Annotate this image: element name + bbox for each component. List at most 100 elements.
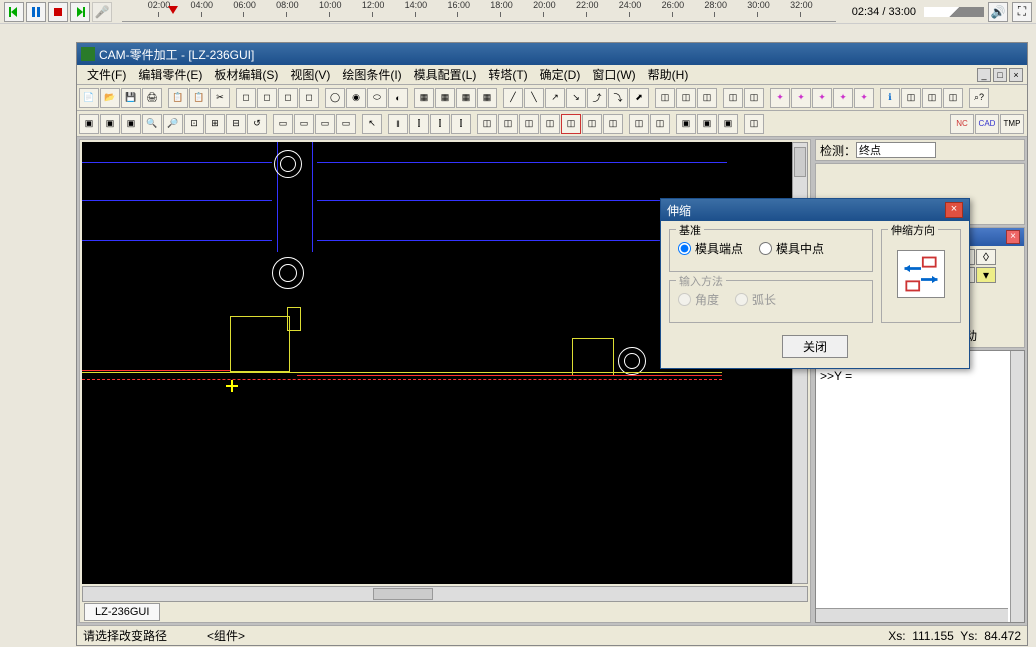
dialog-titlebar[interactable]: 伸缩 ×	[661, 199, 969, 221]
tool-icon[interactable]: ◫	[582, 114, 602, 134]
tool-icon[interactable]: ⤴	[587, 88, 607, 108]
detect-input[interactable]	[856, 142, 936, 158]
dialog-close-button[interactable]: 关闭	[782, 335, 848, 358]
tool-icon[interactable]: 💾	[121, 88, 141, 108]
tool-icon[interactable]: ◐	[388, 88, 408, 108]
pause-button[interactable]	[26, 2, 46, 22]
tool-icon[interactable]: ◫	[498, 114, 518, 134]
tool-icon[interactable]: 📋	[189, 88, 209, 108]
doc-tab[interactable]: LZ-236GUI	[84, 603, 160, 621]
tool-icon[interactable]: 📂	[100, 88, 120, 108]
tool-icon[interactable]: ◻	[236, 88, 256, 108]
tool-icon[interactable]: ✂	[210, 88, 230, 108]
tool-icon[interactable]: ▣	[100, 114, 120, 134]
console-scroll-h[interactable]	[816, 608, 1008, 622]
tool-icon[interactable]: ✦	[812, 88, 832, 108]
mic-button[interactable]: 🎤	[92, 2, 112, 22]
tool-icon[interactable]: ◫	[922, 88, 942, 108]
tool-icon[interactable]: ▭	[315, 114, 335, 134]
mdi-close-icon[interactable]: ×	[1009, 68, 1023, 82]
menu-confirm[interactable]: 确定(D)	[534, 64, 587, 85]
tool-icon[interactable]: ◫	[901, 88, 921, 108]
tool-icon[interactable]: ▣	[718, 114, 738, 134]
mdi-min-icon[interactable]: _	[977, 68, 991, 82]
tool-icon[interactable]: ◫	[561, 114, 581, 134]
tool-icon[interactable]: ✦	[833, 88, 853, 108]
tool-icon[interactable]: ‖	[388, 114, 408, 134]
tool-icon[interactable]: ◫	[723, 88, 743, 108]
radio-tool-end[interactable]: 模具端点	[678, 240, 743, 257]
volume-slider[interactable]	[924, 7, 984, 17]
tool-icon[interactable]: ◉	[346, 88, 366, 108]
tool-icon[interactable]: ✦	[854, 88, 874, 108]
tool-icon[interactable]: ✦	[770, 88, 790, 108]
tool-icon[interactable]: ◫	[676, 88, 696, 108]
tool-icon[interactable]: ◫	[744, 88, 764, 108]
tool-icon[interactable]: 🔍	[142, 114, 162, 134]
tool-icon[interactable]: ◫	[744, 114, 764, 134]
tool-icon[interactable]: ↗	[545, 88, 565, 108]
tool-icon[interactable]: ↘	[566, 88, 586, 108]
tool-icon[interactable]: ⬭	[367, 88, 387, 108]
dialog-close-icon[interactable]: ×	[945, 202, 963, 218]
tool-icon[interactable]: ◫	[477, 114, 497, 134]
tool-icon[interactable]: ▦	[477, 88, 497, 108]
menu-file[interactable]: 文件(F)	[81, 64, 132, 85]
menu-help[interactable]: 帮助(H)	[642, 64, 695, 85]
tool-icon[interactable]: ◫	[650, 114, 670, 134]
pointer-icon[interactable]: ↖	[362, 114, 382, 134]
mdi-max-icon[interactable]: □	[993, 68, 1007, 82]
skip-back-button[interactable]	[4, 2, 24, 22]
tool-icon[interactable]: 📄	[79, 88, 99, 108]
radio-tool-mid[interactable]: 模具中点	[759, 240, 824, 257]
cad-icon[interactable]: CAD	[975, 114, 999, 134]
console-pane[interactable]: >>X = | >>Y =	[815, 350, 1025, 623]
tool-icon[interactable]: ◫	[655, 88, 675, 108]
tool-icon[interactable]: 🖨	[142, 88, 162, 108]
tool-icon[interactable]: ⊡	[184, 114, 204, 134]
tool-icon[interactable]: ▭	[273, 114, 293, 134]
timeline[interactable]: 02:00 04:00 06:00 08:00 10:00 12:00 14:0…	[122, 2, 836, 22]
tool-icon[interactable]: ◻	[278, 88, 298, 108]
tool-icon[interactable]: ▣	[697, 114, 717, 134]
shape-icon[interactable]: ◊	[976, 249, 996, 265]
tool-icon[interactable]: ⫿	[451, 114, 471, 134]
tool-icon[interactable]: ✦	[791, 88, 811, 108]
tool-icon[interactable]: ⬈	[629, 88, 649, 108]
tool-icon[interactable]: ▣	[676, 114, 696, 134]
tool-icon[interactable]: ◫	[540, 114, 560, 134]
tool-icon[interactable]: ⤵	[608, 88, 628, 108]
tool-icon[interactable]: ◯	[325, 88, 345, 108]
stop-button[interactable]	[48, 2, 68, 22]
tool-icon[interactable]: ▣	[79, 114, 99, 134]
tool-icon[interactable]: ◫	[603, 114, 623, 134]
tool-icon[interactable]: ▦	[456, 88, 476, 108]
tool-icon[interactable]: 🔎	[163, 114, 183, 134]
tool-icon[interactable]: ▦	[435, 88, 455, 108]
scrollbar-horizontal[interactable]	[82, 586, 808, 602]
tool-icon[interactable]: ◫	[519, 114, 539, 134]
tool-icon[interactable]: ◫	[629, 114, 649, 134]
tool-icon[interactable]: 📋	[168, 88, 188, 108]
menu-view[interactable]: 视图(V)	[284, 64, 336, 85]
timeline-cursor[interactable]	[168, 6, 178, 14]
tool-icon[interactable]: ⫿	[409, 114, 429, 134]
tool-icon[interactable]: ↺	[247, 114, 267, 134]
menu-tool-config[interactable]: 模具配置(L)	[408, 64, 483, 85]
menu-turret[interactable]: 转塔(T)	[482, 64, 533, 85]
tool-icon[interactable]: ◻	[299, 88, 319, 108]
nc-icon[interactable]: NC	[950, 114, 974, 134]
tool-icon[interactable]: ◫	[943, 88, 963, 108]
palette-close-icon[interactable]: ×	[1006, 230, 1020, 244]
menu-edit-part[interactable]: 编辑零件(E)	[132, 64, 208, 85]
tool-icon[interactable]: ▭	[336, 114, 356, 134]
tool-icon[interactable]: ⊟	[226, 114, 246, 134]
shape-icon[interactable]: ▾	[976, 267, 996, 283]
menu-sheet-edit[interactable]: 板材编辑(S)	[208, 64, 284, 85]
tool-icon[interactable]: ╲	[524, 88, 544, 108]
help-pointer-icon[interactable]: ⌕?	[969, 88, 989, 108]
info-icon[interactable]: ℹ	[880, 88, 900, 108]
tool-icon[interactable]: ⊞	[205, 114, 225, 134]
tool-icon[interactable]: ▦	[414, 88, 434, 108]
tool-icon[interactable]: ▭	[294, 114, 314, 134]
